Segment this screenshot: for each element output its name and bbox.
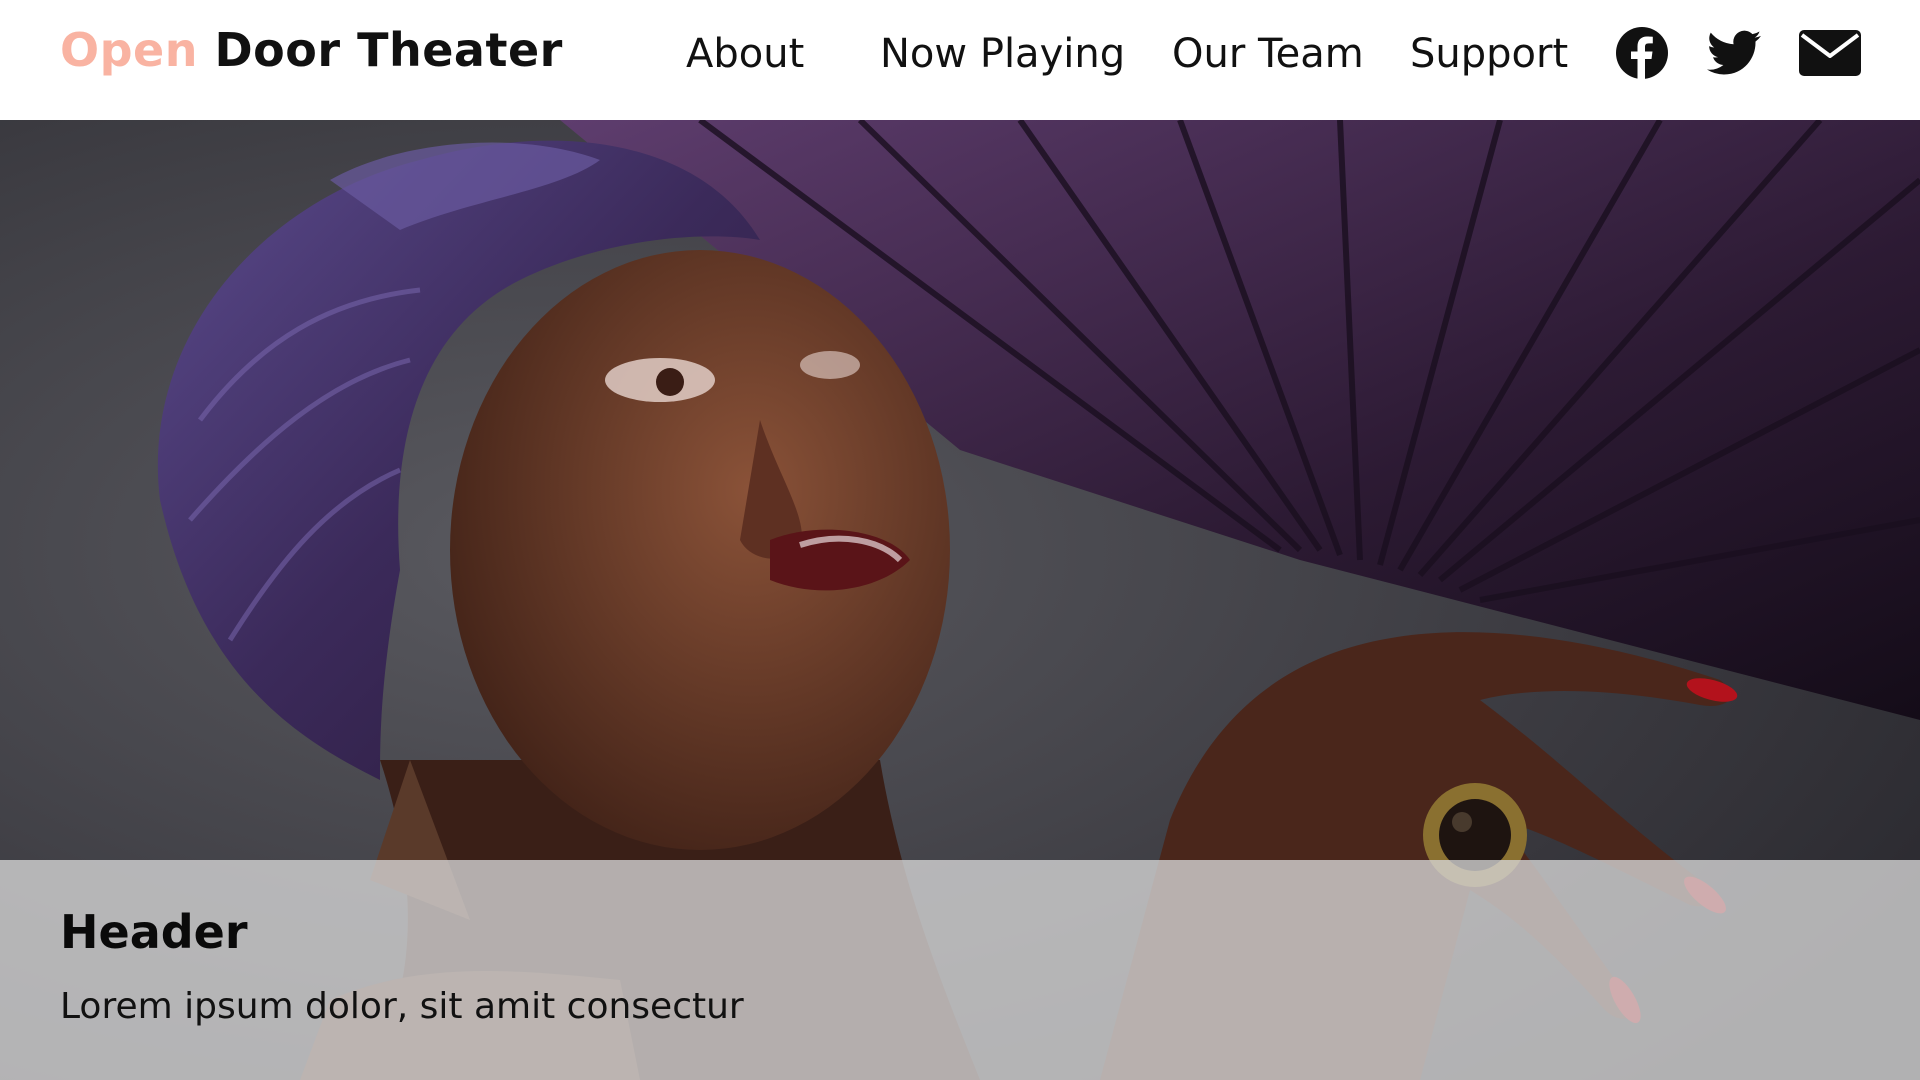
hero-caption-panel: Header Lorem ipsum dolor, sit amit conse…	[0, 860, 1920, 1080]
nav-link-now-playing[interactable]: Now Playing	[880, 28, 1125, 80]
nav-link-our-team[interactable]: Our Team	[1172, 28, 1364, 80]
twitter-icon[interactable]	[1706, 26, 1762, 80]
hero-section: Header Lorem ipsum dolor, sit amit conse…	[0, 120, 1920, 1080]
logo-rest: Door Theater	[197, 23, 563, 77]
top-navigation-bar: Open Door Theater About Now Playing Our …	[0, 0, 1920, 120]
nav-link-support[interactable]: Support	[1410, 28, 1568, 80]
logo-accent-word: Open	[60, 23, 198, 77]
hero-caption-title: Header	[60, 905, 248, 959]
envelope-icon[interactable]	[1798, 26, 1862, 80]
nav-link-about[interactable]: About	[686, 28, 804, 80]
hero-caption-text: Lorem ipsum dolor, sit amit consectur	[60, 986, 744, 1027]
site-logo[interactable]: Open Door Theater	[60, 20, 563, 80]
facebook-icon[interactable]	[1614, 26, 1670, 80]
